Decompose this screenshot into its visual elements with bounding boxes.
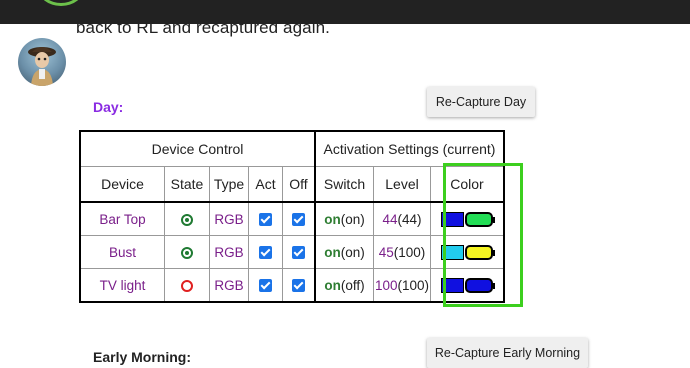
switch-cell: on(on)	[314, 235, 374, 269]
column-header-type: Type	[209, 166, 249, 203]
checkbox-checked-icon[interactable]	[259, 213, 272, 227]
switch-cell: on(on)	[314, 201, 374, 236]
device-name[interactable]: Bar Top	[79, 201, 165, 236]
color-swatch[interactable]	[441, 244, 464, 260]
column-header-device: Device	[79, 166, 165, 203]
column-header-color: Color	[430, 166, 505, 203]
color-cell	[430, 268, 505, 303]
column-header-act: Act	[248, 166, 283, 203]
off-cell	[282, 201, 316, 236]
state-cell	[164, 268, 210, 303]
level-cell: 45(100)	[373, 235, 431, 269]
radio-checked-icon[interactable]	[181, 213, 193, 226]
avatar-image	[28, 47, 56, 86]
device-name[interactable]: Bust	[79, 235, 165, 269]
act-cell	[248, 268, 283, 303]
color-cell	[430, 201, 505, 236]
switch-cell: on(off)	[314, 268, 374, 303]
level-value[interactable]: 44	[382, 212, 397, 227]
battery-color-icon	[465, 244, 495, 260]
checkbox-checked-icon[interactable]	[292, 246, 305, 260]
level-current: (44)	[397, 211, 422, 227]
column-header-off: Off	[282, 166, 316, 203]
radio-unchecked-icon[interactable]	[181, 279, 193, 292]
column-header-state: State	[164, 166, 210, 203]
level-value[interactable]: 45	[379, 245, 394, 260]
level-current: (100)	[397, 277, 430, 293]
radio-checked-icon[interactable]	[181, 246, 193, 259]
checkbox-checked-icon[interactable]	[292, 279, 305, 293]
state-cell	[164, 201, 210, 236]
group-header-activation-settings: Activation Settings (current)	[314, 130, 505, 167]
act-cell	[248, 235, 283, 269]
table-row: Bust RGB on(on) 45(100)	[79, 235, 505, 269]
group-header-device-control: Device Control	[79, 130, 316, 167]
switch-current: (off)	[340, 277, 365, 293]
recapture-early-morning-button[interactable]: Re-Capture Early Morning	[427, 338, 588, 368]
level-cell: 44(44)	[373, 201, 431, 236]
color-swatch[interactable]	[441, 277, 464, 293]
level-current: (100)	[393, 244, 426, 260]
act-cell	[248, 201, 283, 236]
type-value: RGB	[209, 201, 249, 236]
column-header-switch: Switch	[314, 166, 374, 203]
recapture-day-button[interactable]: Re-Capture Day	[427, 87, 535, 117]
avatar[interactable]	[18, 38, 66, 86]
state-cell	[164, 235, 210, 269]
column-header-level: Level	[373, 166, 431, 203]
switch-current: (on)	[340, 211, 365, 227]
device-name[interactable]: TV light	[79, 268, 165, 303]
off-cell	[282, 235, 316, 269]
day-section-label: Day:	[93, 99, 124, 115]
table-row: Bar Top RGB on(on) 44(44)	[79, 201, 505, 236]
table-row: TV light RGB on(off) 100(100)	[79, 268, 505, 303]
battery-color-icon	[465, 211, 495, 227]
level-value[interactable]: 100	[375, 278, 398, 293]
site-logo[interactable]	[38, 0, 84, 6]
switch-value[interactable]: on	[324, 278, 341, 293]
type-value: RGB	[209, 268, 249, 303]
color-swatch[interactable]	[441, 211, 464, 227]
level-cell: 100(100)	[373, 268, 431, 303]
battery-color-icon	[465, 277, 495, 293]
post-text: back to RL and recaptured again.	[76, 18, 330, 37]
checkbox-checked-icon[interactable]	[259, 279, 272, 293]
early-morning-section-label: Early Morning:	[93, 349, 192, 365]
off-cell	[282, 268, 316, 303]
switch-current: (on)	[340, 244, 365, 260]
checkbox-checked-icon[interactable]	[259, 246, 272, 260]
switch-value[interactable]: on	[324, 212, 341, 227]
type-value: RGB	[209, 235, 249, 269]
device-activation-table: Device Control Activation Settings (curr…	[79, 130, 505, 303]
switch-value[interactable]: on	[324, 245, 341, 260]
checkbox-checked-icon[interactable]	[292, 213, 305, 227]
color-cell	[430, 235, 505, 269]
